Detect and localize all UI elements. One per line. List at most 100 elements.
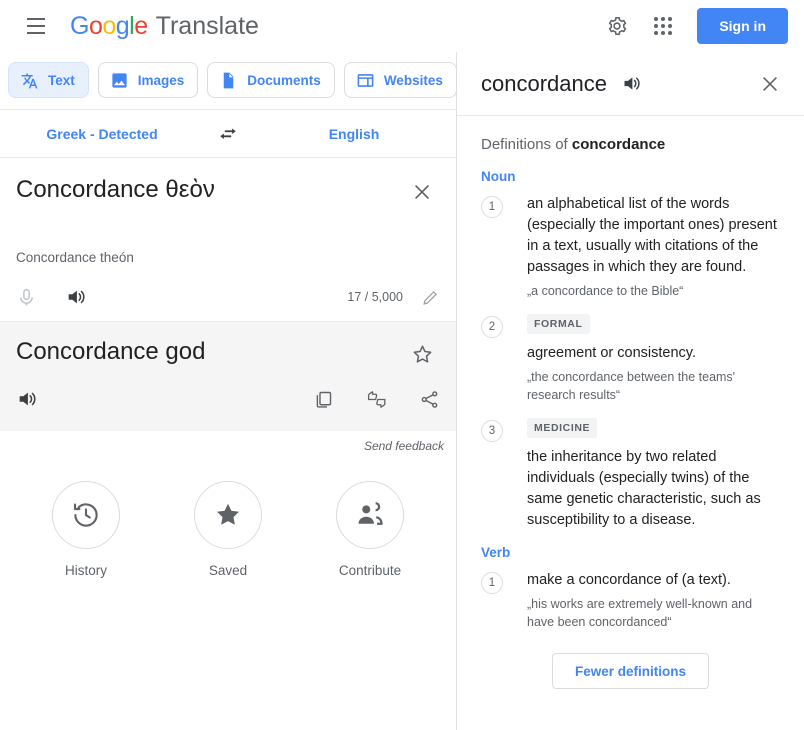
send-feedback-link[interactable]: Send feedback [0, 431, 456, 453]
share-icon [421, 390, 438, 408]
pencil-icon [423, 290, 437, 305]
google-translate-app: Google Translate Sign in Text Images Doc… [0, 0, 804, 730]
definition-text: the inheritance by two related individua… [527, 449, 761, 528]
definitions-panel: concordance Definitions of concordance N… [457, 52, 804, 730]
tab-label: Documents [247, 72, 321, 88]
save-translation-button[interactable] [404, 336, 440, 372]
speaker-icon [624, 77, 640, 90]
quick-action-history[interactable]: History [40, 481, 132, 578]
definition-example: „a concordance to the Bible“ [527, 284, 684, 298]
image-icon [112, 72, 127, 88]
gear-icon[interactable] [597, 6, 637, 46]
definition-number: 1 [481, 572, 503, 594]
close-icon [763, 76, 777, 91]
handwrite-icon[interactable] [421, 288, 440, 307]
mode-tabs: Text Images Documents Websites [0, 52, 457, 110]
source-text-input[interactable]: Concordance θεὸν [16, 174, 404, 246]
header-actions: Sign in [597, 6, 788, 46]
tab-label: Text [48, 72, 75, 88]
app-header: Google Translate Sign in [0, 0, 804, 52]
mic-icon [20, 288, 33, 305]
main-menu-button[interactable] [16, 6, 56, 46]
definition-register-badge: MEDICINE [527, 418, 598, 438]
source-language-selector[interactable]: Greek - Detected [0, 126, 204, 142]
quick-action-label: History [64, 563, 107, 578]
definitions-title-word: concordance [571, 136, 666, 153]
part-of-speech-noun: Noun [481, 169, 516, 184]
website-icon [357, 73, 374, 87]
definition-number: 1 [481, 196, 503, 218]
hamburger-line [27, 18, 45, 20]
speaker-icon [19, 392, 36, 406]
tab-documents[interactable]: Documents [207, 62, 335, 98]
quick-action-label: Contribute [338, 563, 402, 578]
definitions-header: concordance [457, 52, 804, 116]
tab-label: Websites [383, 72, 443, 88]
definitions-word: concordance [481, 70, 607, 96]
listen-word-icon[interactable] [621, 73, 642, 94]
close-icon [414, 184, 430, 200]
definition-entry: 3 MEDICINE the inheritance by two relate… [481, 418, 780, 531]
definition-register-badge: FORMAL [527, 314, 590, 334]
definition-number: 3 [481, 420, 503, 442]
listen-source-icon[interactable] [65, 286, 87, 308]
output-right-tools [313, 389, 440, 410]
quick-action-label: Saved [208, 563, 248, 578]
tab-images[interactable]: Images [97, 62, 199, 98]
tab-websites[interactable]: Websites [343, 62, 457, 98]
translate-icon [21, 72, 38, 88]
source-panel: Concordance θεὸν Concordance theón 17 / … [0, 158, 456, 321]
definition-text: agreement or consistency. [527, 345, 696, 361]
output-panel: Concordance god [0, 321, 456, 431]
brand-logo[interactable]: Google Translate [70, 12, 259, 41]
definitions-title-prefix: Definitions of [481, 136, 572, 153]
source-transliteration: Concordance theón [16, 250, 134, 265]
translation-column: Text Images Documents Websites Greek - D… [0, 52, 457, 730]
quick-action-saved[interactable]: Saved [182, 481, 274, 578]
translated-text: Concordance god [16, 338, 206, 365]
rate-translation-icon[interactable] [364, 389, 389, 410]
definition-example: „his works are extremely well-known and … [527, 597, 753, 629]
grid-dots [654, 17, 673, 35]
definitions-body: Definitions of concordance Noun 1 an alp… [457, 116, 804, 689]
copy-icon[interactable] [313, 389, 334, 410]
history-icon [73, 503, 98, 527]
apps-grid-icon[interactable] [643, 6, 683, 46]
microphone-icon[interactable] [16, 287, 37, 308]
target-language-selector[interactable]: English [252, 126, 456, 142]
share-icon[interactable] [419, 389, 440, 410]
google-wordmark: Google [70, 11, 148, 40]
character-counter: 17 / 5,000 [347, 290, 403, 304]
hamburger-line [27, 25, 45, 27]
listen-translation-icon[interactable] [16, 388, 38, 410]
tab-label: Images [137, 72, 185, 88]
part-of-speech-verb: Verb [481, 545, 511, 560]
history-circle [52, 481, 120, 549]
quick-action-contribute[interactable]: Contribute [324, 481, 416, 578]
quick-actions: History Saved Contribute [0, 481, 456, 578]
definition-content: an alphabetical list of the words (espec… [527, 194, 780, 300]
saved-circle [194, 481, 262, 549]
language-bar: Greek - Detected English [0, 110, 456, 158]
product-name: Translate [155, 11, 259, 40]
source-left-tools [16, 286, 87, 308]
sign-in-button[interactable]: Sign in [697, 8, 788, 44]
swap-arrows-icon [220, 128, 236, 139]
output-text-row: Concordance god [16, 336, 440, 372]
swap-languages-button[interactable] [204, 123, 252, 145]
definition-entry: 2 FORMAL agreement or consistency. „the … [481, 314, 780, 404]
definition-number: 2 [481, 316, 503, 338]
fewer-definitions-button[interactable]: Fewer definitions [551, 653, 709, 689]
fewer-definitions-wrap: Fewer definitions [481, 653, 780, 689]
tab-text[interactable]: Text [8, 62, 89, 98]
definition-text: an alphabetical list of the words (espec… [527, 196, 777, 275]
definition-entry: 1 an alphabetical list of the words (esp… [481, 194, 780, 300]
hamburger-line [27, 32, 45, 34]
people-icon [358, 502, 383, 525]
clear-source-button[interactable] [404, 174, 440, 210]
close-definitions-button[interactable] [752, 66, 788, 102]
copy-icon [316, 391, 332, 408]
definition-example: „the concordance between the teams' rese… [527, 370, 736, 402]
definitions-title: Definitions of concordance [481, 136, 780, 153]
contribute-circle [336, 481, 404, 549]
